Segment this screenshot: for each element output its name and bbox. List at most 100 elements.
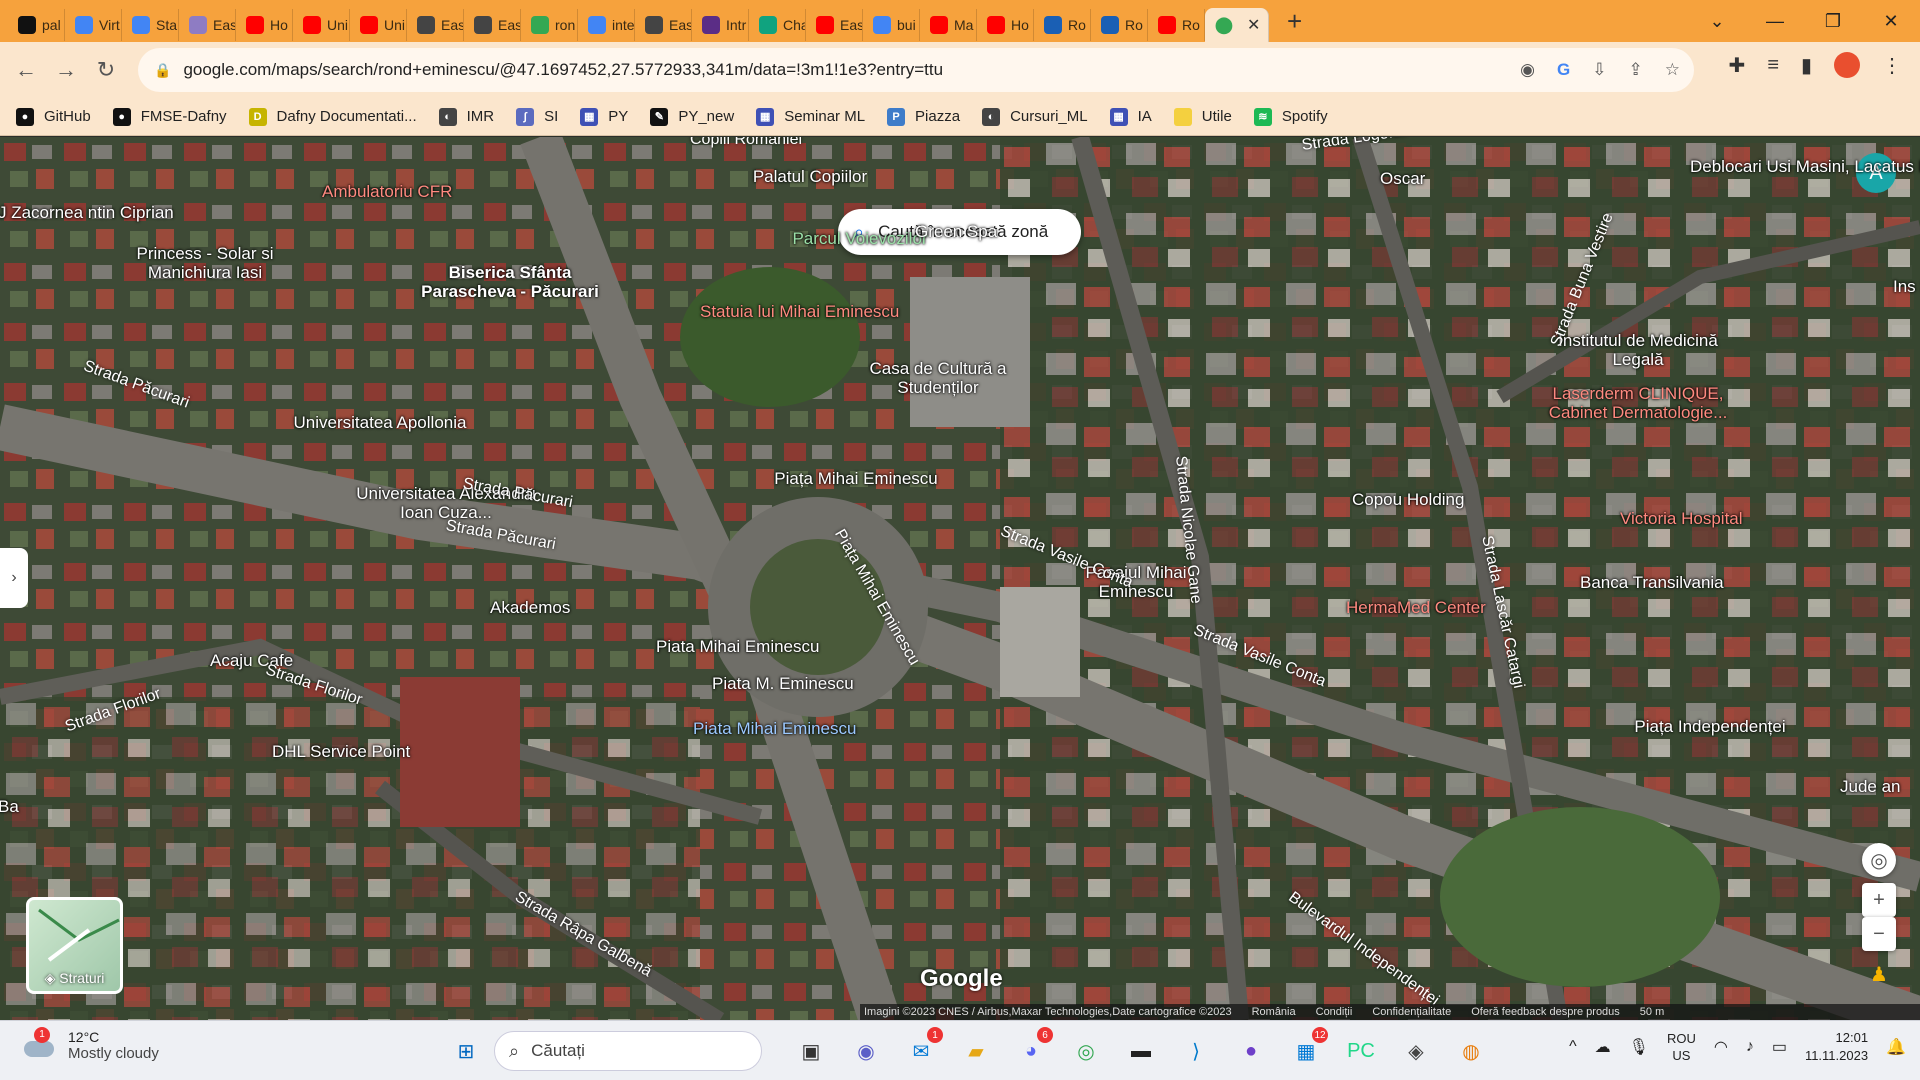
bookmark-star-icon[interactable]: ☆ xyxy=(1665,60,1680,80)
tab-1[interactable]: Virt xyxy=(65,9,122,41)
bookmark-item[interactable]: Utile xyxy=(1173,107,1232,126)
mail-icon[interactable]: ✉ 1 xyxy=(901,1027,943,1071)
tab-15[interactable]: bui xyxy=(863,9,920,41)
tab-13[interactable]: Cha xyxy=(749,9,806,41)
bookmark-item[interactable]: ✎ PY_new xyxy=(650,107,734,126)
tab-9[interactable]: ron xyxy=(521,9,578,41)
zoom-in-button[interactable]: + xyxy=(1862,883,1896,917)
menu-icon[interactable]: ⋮ xyxy=(1882,53,1902,78)
attribution-item[interactable]: România xyxy=(1252,1006,1296,1018)
map-place-label[interactable]: Piata Mihai Eminescu xyxy=(656,637,819,656)
input-language[interactable]: ROU US xyxy=(1667,1030,1696,1064)
map-place-label[interactable]: Copou Holding xyxy=(1352,490,1464,509)
bookmark-item[interactable]: ◐ IMR xyxy=(438,107,494,126)
teams-icon[interactable]: ▦ 12 xyxy=(1286,1027,1328,1071)
tab-17[interactable]: Ho xyxy=(977,9,1034,41)
meet-icon[interactable]: ◉ xyxy=(846,1031,886,1071)
collapse-panel-button[interactable]: › xyxy=(0,548,28,608)
bookmark-item[interactable]: P Piazza xyxy=(887,107,960,126)
map-place-label[interactable]: Institutul de Medicină Legală xyxy=(1548,331,1728,369)
close-tab-icon[interactable]: ✕ xyxy=(1247,15,1260,35)
tab-12[interactable]: Intr xyxy=(692,9,749,41)
tray-overflow-chevron[interactable]: ^ xyxy=(1569,1038,1577,1056)
back-button[interactable]: ← xyxy=(6,57,46,83)
minimize-button[interactable]: — xyxy=(1746,11,1804,32)
attribution-item[interactable]: Confidențialitate xyxy=(1372,1006,1451,1018)
install-icon[interactable]: ⇩ xyxy=(1592,60,1606,80)
unity-icon[interactable]: ◈ xyxy=(1396,1031,1436,1071)
attribution-item[interactable]: Condiții xyxy=(1316,1006,1353,1018)
tab-8[interactable]: Eas xyxy=(464,9,521,41)
map-place-label[interactable]: DHL Service Point xyxy=(272,742,410,761)
map-place-label[interactable]: Piata M. Eminescu xyxy=(712,674,854,693)
map-place-label[interactable]: Biserica Sfânta Parascheva - Păcurari xyxy=(420,263,600,301)
notifications-bell-icon[interactable]: 🔔 xyxy=(1886,1037,1906,1057)
wifi-icon[interactable]: ◠ xyxy=(1714,1037,1728,1057)
close-window-button[interactable]: ✕ xyxy=(1862,11,1920,32)
map-place-label[interactable]: Banca Transilvania xyxy=(1580,573,1724,592)
github-desktop-icon[interactable]: ● xyxy=(1231,1031,1271,1071)
media-icon[interactable]: ≡ xyxy=(1767,54,1779,77)
blender-icon[interactable]: ◍ xyxy=(1451,1031,1491,1071)
map-place-label[interactable]: Laserderm CLINIQUE, Cabinet Dermatologie… xyxy=(1548,384,1728,422)
location-icon[interactable]: ◉ xyxy=(1520,60,1535,80)
map-place-label[interactable]: Casa de Cultură a Studenților xyxy=(848,359,1028,397)
bookmark-item[interactable]: ▦ IA xyxy=(1109,107,1152,126)
bookmark-item[interactable]: ▦ Seminar ML xyxy=(756,107,865,126)
tab-5[interactable]: Uni xyxy=(293,9,350,41)
map-place-label[interactable]: Ambulatoriu CFR xyxy=(322,182,452,201)
tab-16[interactable]: Ma xyxy=(920,9,977,41)
bookmark-item[interactable]: ∫ SI xyxy=(516,107,558,126)
attribution-item[interactable]: 50 m xyxy=(1640,1006,1664,1018)
map-canvas[interactable]: ⌕ Caută în această zonă › A Ambulatoriu … xyxy=(0,137,1920,1020)
tab-active[interactable]: ⬤ ✕ xyxy=(1205,8,1269,42)
map-place-label[interactable]: Akademos xyxy=(490,598,570,617)
tab-search-icon[interactable]: ⌄ xyxy=(1688,11,1746,32)
battery-icon[interactable]: ▭ xyxy=(1772,1037,1787,1057)
map-place-label[interactable]: Piața Independenței xyxy=(1620,717,1800,736)
map-place-label[interactable]: Universitatea Apollonia xyxy=(290,413,470,432)
map-place-label[interactable]: Statuia lui Mihai Eminescu xyxy=(700,302,899,321)
reload-button[interactable]: ↻ xyxy=(86,57,126,83)
tab-20[interactable]: Ro xyxy=(1148,9,1205,41)
map-place-label[interactable]: Ins Şcol xyxy=(1893,277,1920,296)
tab-3[interactable]: Eas xyxy=(179,9,236,41)
tab-10[interactable]: inte xyxy=(578,9,635,41)
maximize-button[interactable]: ❐ xyxy=(1804,11,1862,32)
tab-18[interactable]: Ro xyxy=(1034,9,1091,41)
chrome-icon[interactable]: ◎ xyxy=(1066,1031,1106,1071)
tab-6[interactable]: Uni xyxy=(350,9,407,41)
attribution-item[interactable]: Oferă feedback despre produs xyxy=(1471,1006,1620,1018)
discord-icon[interactable]: ◕ 6 xyxy=(1011,1027,1053,1071)
map-place-label[interactable]: Oscar xyxy=(1380,169,1425,188)
my-location-button[interactable]: ◎ xyxy=(1862,843,1896,877)
map-place-label[interactable]: Jude an xyxy=(1840,777,1901,796)
terminal-icon[interactable]: ▬ xyxy=(1121,1031,1161,1071)
map-place-label[interactable]: Piața Mihai Eminescu xyxy=(766,469,946,488)
microphone-icon[interactable]: 🎙 xyxy=(1629,1037,1649,1057)
tab-4[interactable]: Ho xyxy=(236,9,293,41)
bookmark-item[interactable]: D Dafny Documentati... xyxy=(248,107,417,126)
tab-0[interactable]: pal xyxy=(8,9,65,41)
windows-start-icon[interactable]: ⊞ xyxy=(446,1031,486,1071)
map-place-label[interactable]: Palatul Copiilor xyxy=(720,167,900,186)
map-place-label[interactable]: Green Spa xyxy=(915,222,997,241)
profile-avatar[interactable] xyxy=(1834,52,1860,78)
layers-button[interactable]: ◈ Straturi xyxy=(26,897,123,994)
tab-7[interactable]: Eas xyxy=(407,9,464,41)
clock[interactable]: 12:01 11.11.2023 xyxy=(1805,1029,1868,1065)
extensions-icon[interactable]: ✚ xyxy=(1729,53,1746,78)
forward-button[interactable]: → xyxy=(46,57,86,83)
bookmark-item[interactable]: ▦ PY xyxy=(580,107,628,126)
map-place-label[interactable]: J Zacornea ntin Ciprian xyxy=(0,203,174,222)
pycharm-icon[interactable]: PC xyxy=(1341,1031,1381,1071)
address-bar[interactable]: 🔒 google.com/maps/search/rond+eminescu/@… xyxy=(138,48,1694,92)
bookmark-item[interactable]: ◐ Cursuri_ML xyxy=(982,107,1088,126)
zoom-out-button[interactable]: − xyxy=(1862,917,1896,951)
map-place-label[interactable]: Ba xyxy=(0,797,19,816)
tab-2[interactable]: Sta xyxy=(122,9,179,41)
map-place-label[interactable]: Piata Mihai Eminescu xyxy=(693,719,856,738)
explorer-icon[interactable]: ▰ xyxy=(956,1031,996,1071)
tab-14[interactable]: Eas xyxy=(806,9,863,41)
map-place-label[interactable]: Princess - Solar si Manichiura Iasi xyxy=(115,244,295,282)
